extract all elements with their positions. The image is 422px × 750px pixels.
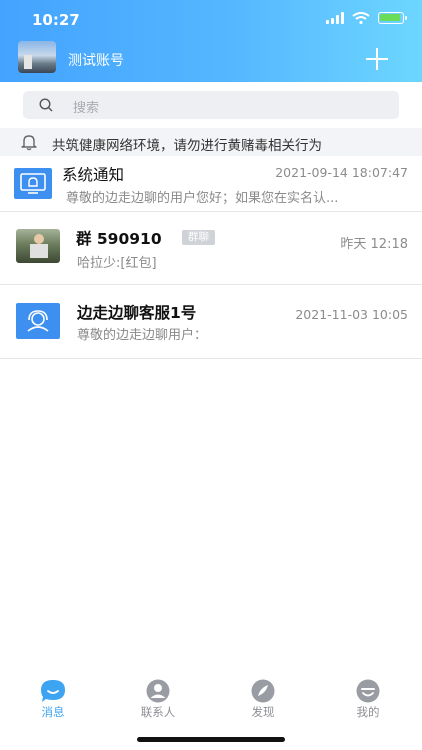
conversation-title: 系统通知 bbox=[62, 166, 125, 184]
conversation-preview: 哈拉少:[红包] bbox=[77, 256, 157, 271]
account-name[interactable]: 测试账号 bbox=[68, 50, 124, 70]
message-icon bbox=[41, 680, 65, 702]
contacts-icon bbox=[146, 679, 170, 703]
tab-label: 联系人 bbox=[140, 705, 176, 719]
tab-discover[interactable]: 发现 bbox=[223, 671, 303, 726]
search-placeholder: 搜索 bbox=[73, 101, 100, 116]
search-icon bbox=[39, 98, 53, 112]
account-avatar[interactable] bbox=[18, 41, 56, 73]
conversation-time: 2021-09-14 18:07:47 bbox=[275, 165, 408, 180]
group-chat-badge: 群聊 bbox=[182, 230, 215, 245]
battery-icon bbox=[378, 12, 407, 24]
app-header: 10:27 测试账号 bbox=[0, 0, 422, 82]
search-input[interactable]: 搜索 bbox=[23, 91, 399, 119]
group-avatar bbox=[16, 229, 60, 263]
status-bar: 10:27 bbox=[0, 0, 422, 40]
tab-contacts[interactable]: 联系人 bbox=[118, 671, 198, 726]
conversation-title: 群 590910 bbox=[76, 230, 162, 248]
conversation-item-group[interactable]: 群 590910 群聊 昨天 12:18 哈拉少:[红包] bbox=[0, 212, 422, 285]
tab-label: 消息 bbox=[41, 705, 65, 719]
bell-icon bbox=[21, 135, 37, 151]
wifi-icon bbox=[352, 12, 370, 24]
tab-label: 发现 bbox=[251, 705, 275, 719]
conversation-title: 边走边聊客服1号 bbox=[77, 304, 197, 322]
notice-banner: 共筑健康网络环境，请勿进行黄赌毒相关行为 bbox=[0, 128, 422, 156]
monitor-bell-icon bbox=[14, 168, 52, 199]
conversation-preview: 尊敬的边走边聊的用户您好；如果您在实名认... bbox=[66, 191, 339, 206]
discover-icon bbox=[251, 679, 275, 703]
add-plus-icon[interactable] bbox=[366, 48, 388, 70]
conversation-time: 昨天 12:18 bbox=[340, 237, 408, 252]
cellular-signal-icon bbox=[326, 12, 344, 24]
profile-icon bbox=[356, 679, 380, 703]
customer-service-icon bbox=[16, 303, 60, 339]
tab-messages[interactable]: 消息 bbox=[13, 671, 93, 726]
status-time: 10:27 bbox=[32, 11, 80, 29]
tab-label: 我的 bbox=[356, 705, 380, 719]
tab-profile[interactable]: 我的 bbox=[328, 671, 408, 726]
conversation-item-customer-service[interactable]: 边走边聊客服1号 2021-11-03 10:05 尊敬的边走边聊用户： bbox=[0, 285, 422, 359]
conversation-item-system-notice[interactable]: 系统通知 2021-09-14 18:07:47 尊敬的边走边聊的用户您好；如果… bbox=[0, 156, 422, 212]
conversation-preview: 尊敬的边走边聊用户： bbox=[77, 328, 208, 343]
nav-bar: 测试账号 bbox=[0, 40, 422, 82]
bottom-tab-bar: 消息 联系人 发现 我的 bbox=[0, 671, 422, 726]
home-indicator bbox=[137, 737, 285, 742]
conversation-time: 2021-11-03 10:05 bbox=[295, 307, 408, 322]
notice-text: 共筑健康网络环境，请勿进行黄赌毒相关行为 bbox=[52, 138, 322, 154]
